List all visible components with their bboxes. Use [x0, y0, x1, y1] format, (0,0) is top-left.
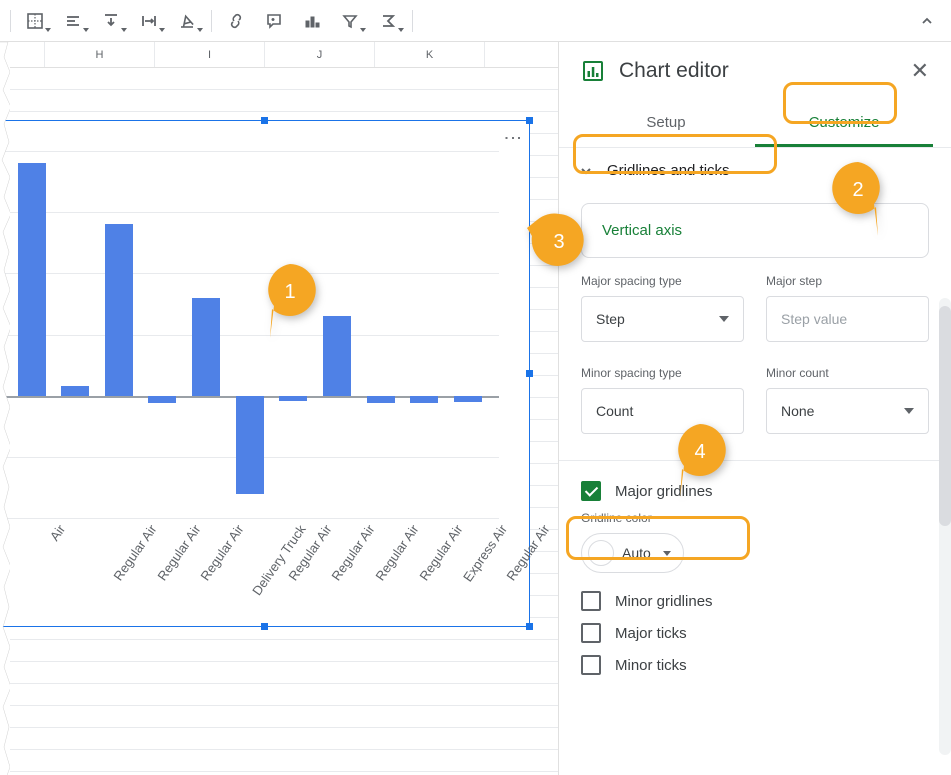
chart-gridline	[1, 273, 499, 274]
borders-button[interactable]	[17, 5, 53, 37]
chevron-down-icon	[579, 164, 593, 178]
select-value: Step	[596, 311, 625, 327]
column-headers: H I J K	[10, 42, 558, 68]
chart-gridline	[1, 151, 499, 152]
gridline-color-select[interactable]: Auto	[581, 533, 684, 573]
minor-count-select[interactable]: None	[766, 388, 929, 434]
input-placeholder: Step value	[781, 311, 847, 327]
dropdown-icon	[904, 408, 914, 414]
major-spacing-type-select[interactable]: Step	[581, 296, 744, 342]
color-swatch	[588, 540, 614, 566]
column-header[interactable]: K	[375, 42, 485, 67]
chart-editor-panel: Chart editor ✕ Setup Customize Gridlines…	[558, 42, 951, 775]
column-header-empty[interactable]	[10, 42, 45, 67]
checkbox-label: Minor ticks	[615, 657, 687, 674]
chart-gridline	[1, 212, 499, 213]
link-button[interactable]	[218, 5, 254, 37]
separator	[211, 10, 212, 32]
resize-handle[interactable]	[261, 117, 268, 124]
color-value: Auto	[622, 545, 651, 561]
text-rotate-button[interactable]	[169, 5, 205, 37]
filter-button[interactable]	[332, 5, 368, 37]
annotation-pin-2: 2	[828, 158, 888, 240]
chart-bar	[148, 396, 176, 403]
chart-bar	[61, 386, 89, 396]
gridline-color-label: Gridline color	[581, 511, 929, 525]
select-value: None	[781, 403, 814, 419]
major-gridlines-checkbox-row[interactable]: Major gridlines	[559, 475, 951, 507]
svg-text:4: 4	[694, 441, 705, 463]
insert-chart-button[interactable]	[294, 5, 330, 37]
major-gridlines-checkbox[interactable]	[581, 481, 601, 501]
column-header[interactable]: J	[265, 42, 375, 67]
chart-bar	[454, 396, 482, 402]
h-align-button[interactable]	[55, 5, 91, 37]
major-ticks-checkbox[interactable]	[581, 623, 601, 643]
chart-bar	[105, 224, 133, 395]
annotation-pin-3: 3	[525, 208, 589, 272]
tab-setup[interactable]: Setup	[577, 100, 755, 147]
dropdown-icon	[663, 551, 671, 556]
major-ticks-checkbox-row[interactable]: Major ticks	[559, 617, 951, 649]
major-step-label: Major step	[766, 274, 929, 288]
resize-handle[interactable]	[526, 370, 533, 377]
dropdown-icon	[719, 316, 729, 322]
chart-bar	[367, 396, 395, 403]
svg-text:1: 1	[284, 281, 295, 303]
column-header[interactable]: I	[155, 42, 265, 67]
chart-x-labels: AirRegular AirRegular AirRegular AirDeli…	[1, 516, 499, 616]
column-header[interactable]: H	[45, 42, 155, 67]
separator	[412, 10, 413, 32]
embedded-chart[interactable]: ⋮ AirRegular AirRegular AirRegular AirDe…	[0, 120, 530, 627]
chart-editor-icon	[581, 59, 605, 83]
text-wrap-button[interactable]	[131, 5, 167, 37]
comment-button[interactable]	[256, 5, 292, 37]
svg-text:3: 3	[553, 231, 564, 253]
separator	[10, 10, 11, 32]
v-align-button[interactable]	[93, 5, 129, 37]
panel-body: Gridlines and ticks Vertical axis Major …	[559, 148, 951, 775]
chart-bar	[236, 396, 264, 494]
toolbar	[0, 0, 951, 42]
select-value: Count	[596, 403, 633, 419]
minor-ticks-checkbox-row[interactable]: Minor ticks	[559, 649, 951, 681]
chart-plot-area	[1, 151, 499, 516]
checkbox-label: Major ticks	[615, 625, 687, 642]
tab-customize[interactable]: Customize	[755, 100, 933, 147]
resize-handle[interactable]	[526, 117, 533, 124]
checkbox-label: Minor gridlines	[615, 593, 713, 610]
section-gridlines-ticks[interactable]: Gridlines and ticks	[559, 148, 951, 193]
major-step-input[interactable]: Step value	[766, 296, 929, 342]
section-label: Gridlines and ticks	[607, 162, 730, 179]
functions-button[interactable]	[370, 5, 406, 37]
panel-scrollbar-thumb[interactable]	[939, 306, 951, 526]
close-icon[interactable]: ✕	[911, 58, 929, 84]
tabs: Setup Customize	[559, 100, 951, 148]
minor-count-label: Minor count	[766, 366, 929, 380]
annotation-pin-1: 1	[260, 260, 320, 342]
chart-menu-icon[interactable]: ⋮	[507, 129, 519, 146]
major-spacing-type-label: Major spacing type	[581, 274, 744, 288]
chart-bar	[192, 298, 220, 396]
svg-text:2: 2	[852, 179, 863, 201]
chart-bar	[323, 316, 351, 396]
divider	[559, 460, 951, 461]
annotation-pin-4: 4	[670, 420, 730, 502]
minor-spacing-type-label: Minor spacing type	[581, 366, 744, 380]
minor-gridlines-checkbox[interactable]	[581, 591, 601, 611]
panel-title: Chart editor	[619, 59, 897, 83]
minor-ticks-checkbox[interactable]	[581, 655, 601, 675]
chart-bar	[410, 396, 438, 403]
chart-gridline	[1, 335, 499, 336]
chart-bar	[279, 396, 307, 401]
axis-select-value: Vertical axis	[602, 222, 682, 239]
spreadsheet-area: H I J K ⋮ AirRegular AirRegular AirRegul…	[0, 42, 558, 775]
collapse-toolbar-button[interactable]	[909, 5, 945, 37]
minor-gridlines-checkbox-row[interactable]: Minor gridlines	[559, 585, 951, 617]
torn-edge	[0, 42, 10, 775]
chart-bar	[18, 163, 46, 395]
